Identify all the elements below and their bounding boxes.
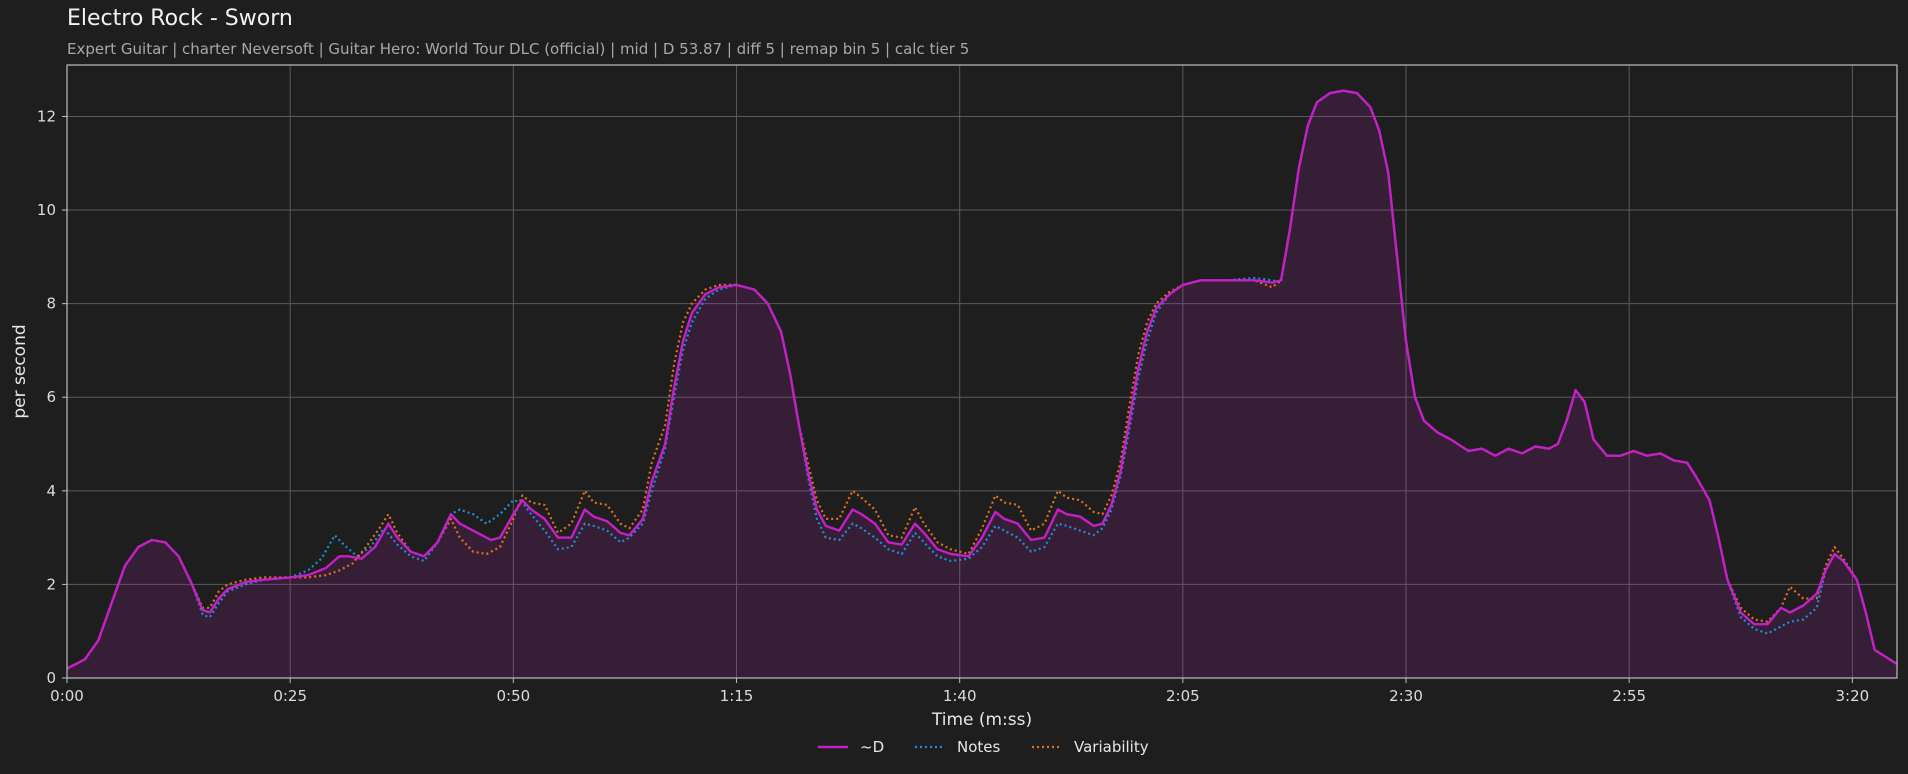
x-axis-label: Time (m:ss) [931, 710, 1032, 730]
y-tick-label: 2 [46, 575, 56, 593]
x-tick-label: 0:00 [50, 687, 84, 705]
legend-label: Variability [1074, 738, 1149, 756]
x-tick-label: 2:55 [1612, 687, 1646, 705]
x-tick-label: 1:15 [720, 687, 754, 705]
x-tick-label: 0:25 [273, 687, 307, 705]
y-tick-label: 12 [37, 107, 56, 125]
y-tick-label: 6 [46, 388, 56, 406]
area-fill-layer [67, 90, 1897, 678]
x-tick-label: 2:30 [1389, 687, 1423, 705]
y-tick-label: 10 [37, 201, 56, 219]
y-tick-label: 8 [46, 295, 56, 313]
y-tick-label: 0 [46, 669, 56, 687]
line-chart: 0:00 0:25 0:50 1:15 1:40 2:05 2:30 2:55 3:20 0 2 4 6… [10, 64, 1898, 756]
legend: ~D Notes Variability [818, 738, 1149, 756]
area-fill-d [67, 90, 1897, 678]
legend-label: Notes [957, 738, 1001, 756]
x-tick-label: 2:05 [1166, 687, 1200, 705]
x-tick-label: 0:50 [496, 687, 530, 705]
legend-label: ~D [860, 738, 884, 756]
x-tick-label: 1:40 [943, 687, 977, 705]
y-tick-label: 4 [46, 482, 56, 500]
x-tick-label: 3:20 [1836, 687, 1870, 705]
y-axis-label: per second [10, 324, 30, 418]
